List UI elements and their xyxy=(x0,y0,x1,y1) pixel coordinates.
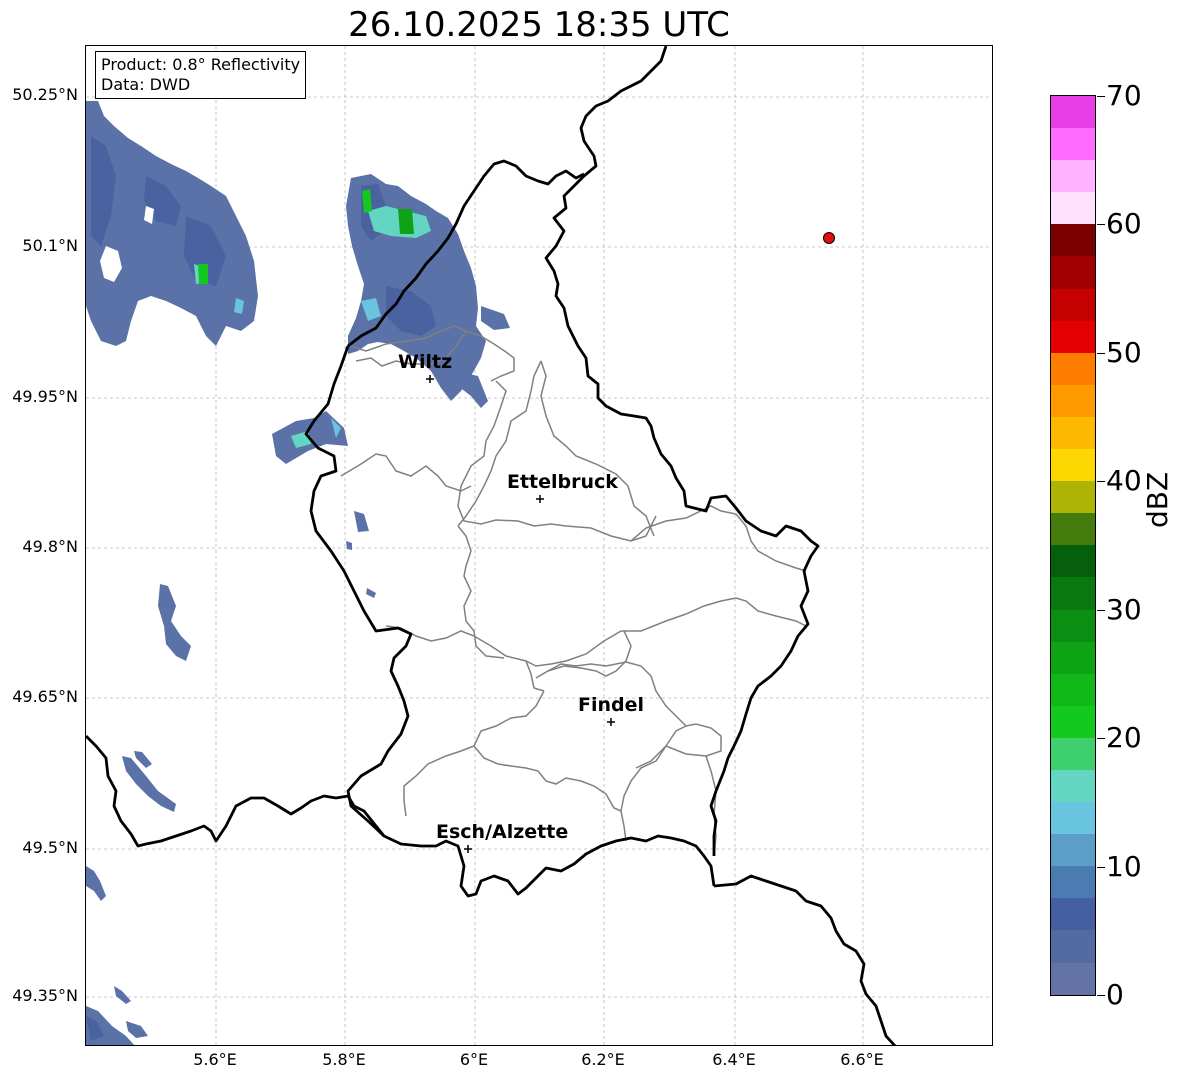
lat-label-49-65: 49.65°N xyxy=(12,687,78,706)
colorbar-segment xyxy=(1051,384,1095,417)
city-label-wiltz: Wiltz xyxy=(398,351,453,373)
colorbar-segment xyxy=(1051,288,1095,321)
lon-label-6: 6°E xyxy=(459,1050,489,1069)
colorbar-tick xyxy=(1097,96,1105,97)
colorbar-segment xyxy=(1051,96,1095,129)
ettelbruck-marker xyxy=(536,495,544,503)
lat-label-50-25: 50.25°N xyxy=(12,85,78,104)
colorbar-segment xyxy=(1051,160,1095,193)
colorbar-tick-label: 30 xyxy=(1106,592,1142,626)
product-text: Product: 0.8° Reflectivity xyxy=(101,55,301,74)
city-label-ettelbruck: Ettelbruck xyxy=(507,471,618,493)
colorbar-segment xyxy=(1051,866,1095,899)
colorbar-segment xyxy=(1051,962,1095,995)
lat-label-49-35: 49.35°N xyxy=(12,986,78,1005)
colorbar-segment xyxy=(1051,192,1095,225)
lon-label-6-4: 6.4°E xyxy=(712,1050,756,1069)
colorbar-segment xyxy=(1051,513,1095,546)
colorbar-tick xyxy=(1097,995,1105,996)
colorbar xyxy=(1050,95,1096,996)
city-label-findel: Findel xyxy=(578,694,645,716)
product-info-box: Product: 0.8° Reflectivity Data: DWD xyxy=(95,51,307,99)
colorbar-segment xyxy=(1051,898,1095,931)
colorbar-tick-label: 0 xyxy=(1106,978,1124,1011)
colorbar-unit-label: dBZ xyxy=(1141,471,1174,528)
lat-label-49-5: 49.5°N xyxy=(22,838,78,857)
city-label-esch: Esch/Alzette xyxy=(436,821,569,843)
colorbar-tick-label: 20 xyxy=(1106,721,1142,755)
colorbar-tick xyxy=(1097,352,1105,354)
lat-label-50-1: 50.1°N xyxy=(22,236,78,255)
colorbar-tick xyxy=(1097,609,1105,611)
red-marker xyxy=(823,232,835,244)
lat-label-49-8: 49.8°N xyxy=(22,537,78,556)
colorbar-segment xyxy=(1051,705,1095,738)
esch-marker xyxy=(464,845,472,853)
echo-sw-streak xyxy=(158,584,191,661)
colorbar-segment xyxy=(1051,641,1095,674)
map-canvas xyxy=(86,46,992,1045)
colorbar-segment xyxy=(1051,802,1095,835)
colorbar-tick xyxy=(1097,481,1105,483)
colorbar-segment xyxy=(1051,256,1095,289)
colorbar-tick xyxy=(1097,224,1105,226)
colorbar-segment xyxy=(1051,737,1095,770)
colorbar-tick-label: 60 xyxy=(1106,207,1142,241)
colorbar-segment xyxy=(1051,609,1095,642)
lon-label-5-6: 5.6°E xyxy=(193,1050,237,1069)
colorbar-tick-label: 40 xyxy=(1106,464,1142,498)
data-source-text: Data: DWD xyxy=(101,75,191,94)
colorbar-tick-label: 50 xyxy=(1106,335,1142,369)
colorbar-tick xyxy=(1097,738,1105,740)
radar-echoes xyxy=(86,101,510,1045)
colorbar-segment xyxy=(1051,416,1095,450)
colorbar-segment xyxy=(1051,449,1095,482)
colorbar-segment xyxy=(1051,224,1095,257)
lon-label-6-2: 6.2°E xyxy=(581,1050,625,1069)
colorbar-segment xyxy=(1051,834,1095,867)
colorbar-segment xyxy=(1051,545,1095,578)
colorbar-tick xyxy=(1097,866,1105,868)
colorbar-segment xyxy=(1051,128,1095,161)
colorbar-segment xyxy=(1051,352,1095,385)
radar-map[interactable] xyxy=(85,45,993,1046)
city-markers xyxy=(426,375,615,853)
colorbar-segment xyxy=(1051,577,1095,610)
colorbar-segment xyxy=(1051,481,1095,514)
colorbar-tick-label: 10 xyxy=(1106,849,1142,883)
colorbar-segment xyxy=(1051,673,1095,706)
colorbar-segment xyxy=(1051,769,1095,803)
lon-label-6-6: 6.6°E xyxy=(840,1050,884,1069)
colorbar-segment xyxy=(1051,320,1095,353)
wiltz-marker xyxy=(426,375,434,383)
lon-label-5-8: 5.8°E xyxy=(322,1050,366,1069)
canton-boundaries xyxy=(340,325,807,857)
findel-marker xyxy=(607,718,615,726)
map-title: 26.10.2025 18:35 UTC xyxy=(348,5,730,45)
colorbar-tick-label: 70 xyxy=(1106,79,1142,112)
colorbar-segment xyxy=(1051,930,1095,963)
lat-label-49-95: 49.95°N xyxy=(12,387,78,406)
lon-gridlines xyxy=(215,46,864,1045)
